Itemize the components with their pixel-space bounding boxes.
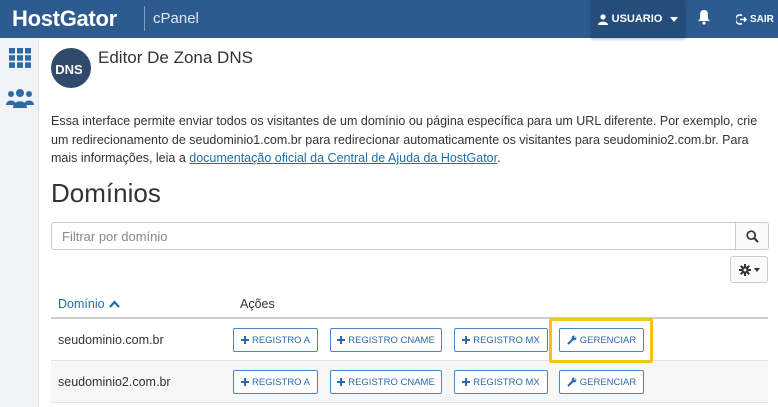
user-menu-button[interactable]: USUARIO — [591, 0, 685, 38]
brand-divider — [144, 6, 145, 31]
help-docs-link[interactable]: documentação oficial da Central de Ajuda… — [189, 151, 497, 165]
logout-label: SAIR — [750, 13, 774, 25]
product-name: cPanel — [153, 10, 199, 27]
plus-icon — [462, 336, 471, 344]
section-title: Domínios — [51, 178, 161, 208]
column-header-domain-label: Domínio — [58, 297, 105, 311]
plus-icon — [240, 336, 249, 344]
add-a-record-button[interactable]: REGISTRO A — [233, 328, 318, 352]
sidebar-item-users[interactable] — [0, 88, 39, 108]
column-header-actions: Ações — [240, 297, 275, 311]
table-row: seudominio2.com.br REGISTRO A REGISTRO C… — [51, 361, 768, 403]
settings-dropdown-button[interactable] — [730, 256, 768, 283]
search-icon — [745, 229, 759, 243]
add-cname-record-label: REGISTRO CNAME — [348, 376, 435, 388]
users-icon — [5, 89, 34, 108]
dns-logo: DNS — [51, 48, 91, 88]
highlight-box — [549, 318, 653, 363]
domain-filter-input[interactable] — [51, 222, 736, 250]
logout-button[interactable]: SAIR — [736, 0, 774, 38]
chevron-down-icon — [670, 16, 679, 22]
add-a-record-label: REGISTRO A — [251, 334, 311, 346]
brand-logo[interactable]: HostGator — [12, 6, 117, 32]
plus-icon — [240, 378, 249, 386]
add-mx-record-label: REGISTRO MX — [473, 376, 540, 388]
plus-icon — [337, 378, 346, 386]
sidebar-item-apps[interactable] — [0, 48, 39, 68]
sidebar — [0, 38, 39, 407]
add-mx-record-label: REGISTRO MX — [473, 334, 540, 346]
column-header-domain[interactable]: Domínio — [58, 297, 120, 311]
chevron-down-icon — [753, 267, 760, 272]
add-a-record-button[interactable]: REGISTRO A — [233, 370, 318, 394]
domains-table: Domínio Ações seudominio.com.br REGISTRO… — [51, 291, 768, 403]
table-row: seudominio.com.br REGISTRO A REGISTRO CN… — [51, 319, 768, 361]
user-name: USUARIO — [611, 13, 663, 25]
search-button[interactable] — [735, 222, 769, 250]
logout-icon — [736, 13, 747, 25]
dns-logo-text: DNS — [55, 61, 83, 77]
add-mx-record-button[interactable]: REGISTRO MX — [454, 370, 548, 394]
add-a-record-label: REGISTRO A — [251, 376, 311, 388]
domain-name: seudominio.com.br — [58, 333, 164, 347]
sort-ascending-icon — [108, 300, 120, 308]
manage-button[interactable]: GERENCIAR — [559, 370, 644, 394]
notifications-button[interactable] — [697, 9, 711, 30]
plus-icon — [462, 378, 471, 386]
domain-search — [51, 222, 769, 250]
bell-icon — [698, 10, 710, 25]
top-bar: HostGator cPanel USUARIO SAIR — [0, 0, 778, 38]
gear-icon — [738, 263, 751, 276]
manage-label: GERENCIAR — [579, 376, 637, 388]
user-icon — [597, 13, 608, 25]
add-cname-record-button[interactable]: REGISTRO CNAME — [330, 370, 442, 394]
add-mx-record-button[interactable]: REGISTRO MX — [454, 328, 548, 352]
add-cname-record-label: REGISTRO CNAME — [348, 334, 435, 346]
domain-name: seudominio2.com.br — [58, 375, 171, 389]
wrench-icon — [567, 377, 577, 387]
add-cname-record-button[interactable]: REGISTRO CNAME — [330, 328, 442, 352]
apps-grid-icon — [8, 48, 31, 68]
page-title: Editor De Zona DNS — [98, 48, 253, 67]
plus-icon — [337, 336, 346, 344]
table-header: Domínio Ações — [51, 291, 768, 319]
page-description: Essa interface permite enviar todos os v… — [51, 112, 771, 168]
description-end: . — [497, 151, 501, 165]
